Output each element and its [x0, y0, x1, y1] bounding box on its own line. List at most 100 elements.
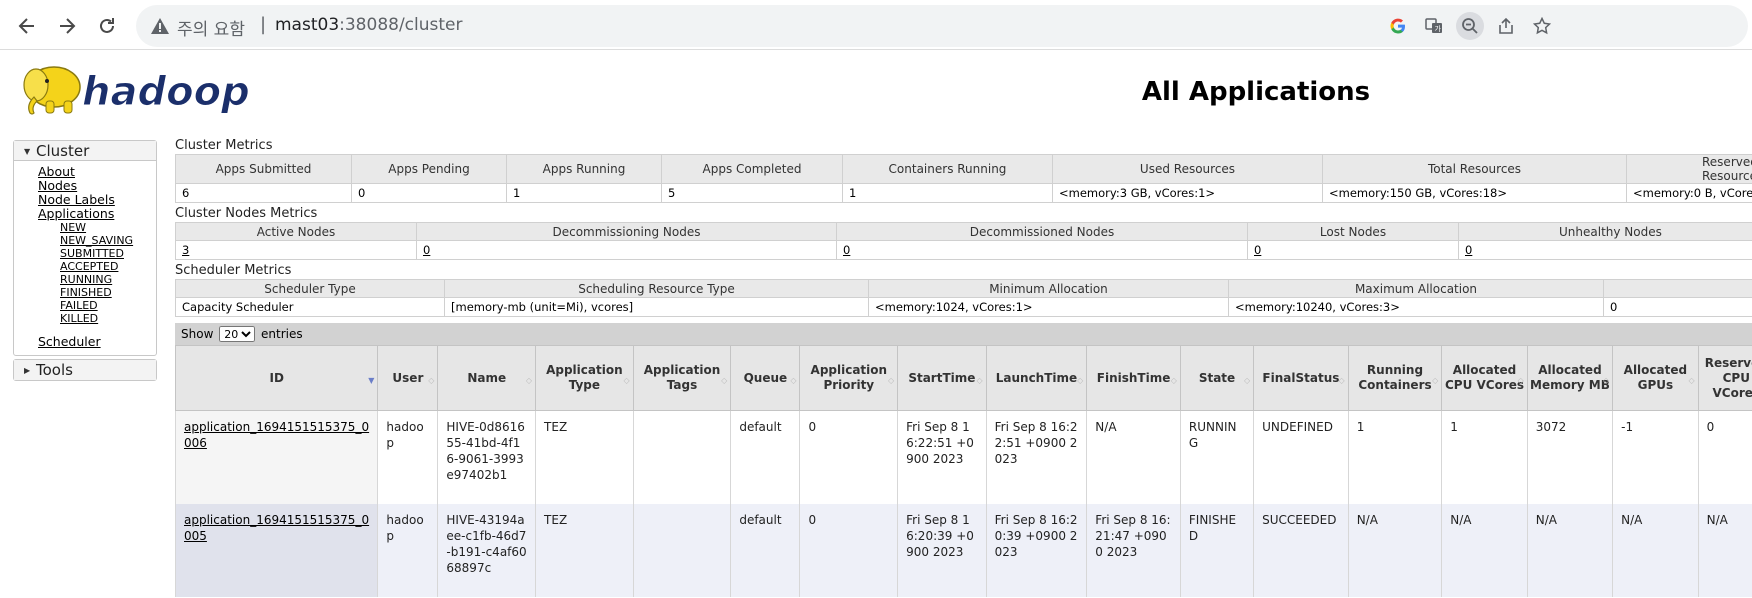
column-header-allocated-memory-mb[interactable]: Allocated Memory MB ◇ [1526, 345, 1614, 411]
application-id-link[interactable]: application_1694151515375_0006 [184, 420, 369, 450]
security-label[interactable]: 주의 요함 [177, 15, 245, 40]
reload-icon[interactable] [89, 8, 125, 44]
back-icon[interactable] [9, 8, 45, 44]
decommissioned-nodes-link[interactable]: 0 [843, 243, 850, 257]
sidebar-state-accepted[interactable]: ACCEPTED [60, 260, 156, 273]
metric-header: Minimum Allocation [868, 279, 1229, 298]
node-metrics-table: Active Nodes Decommissioning Nodes Decom… [175, 222, 1752, 260]
column-header-allocated-gpus[interactable]: Allocated GPUs ◇ [1612, 345, 1699, 411]
metric-header: Scheduler Type [175, 279, 445, 298]
sidebar-link-node-labels[interactable]: Node Labels [38, 193, 156, 207]
column-header-application-tags[interactable]: Application Tags ◇ [632, 345, 732, 411]
scheduler-metrics-table: Scheduler Type Scheduling Resource Type … [175, 279, 1752, 317]
tools-panel-header[interactable]: ▶ Tools [14, 360, 156, 380]
metric-value: 0 [1603, 297, 1752, 317]
sidebar-state-killed[interactable]: KILLED [60, 312, 156, 325]
table-cell: 0 [1697, 410, 1752, 504]
column-header-final-status[interactable]: FinalStatus ◇ [1253, 345, 1349, 411]
column-header-finish-time[interactable]: FinishTime ◇ [1086, 345, 1181, 411]
column-header-queue[interactable]: Queue ◇ [730, 345, 801, 411]
table-cell: hadoop [377, 503, 439, 597]
table-cell: default [730, 410, 801, 504]
sidebar-state-finished[interactable]: FINISHED [60, 286, 156, 299]
table-cell: N/A [1441, 503, 1528, 597]
decommissioning-nodes-link[interactable]: 0 [423, 243, 430, 257]
sidebar-state-running[interactable]: RUNNING [60, 273, 156, 286]
metric-header: Apps Submitted [175, 154, 352, 184]
metric-header: Reserved Resources [1626, 154, 1752, 184]
bookmark-star-icon[interactable] [1528, 12, 1556, 40]
sidebar-link-applications[interactable]: Applications [38, 207, 156, 221]
column-header-state[interactable]: State ◇ [1179, 345, 1255, 411]
column-header-allocated-cpu-vcores[interactable]: Allocated CPU VCores ◇ [1441, 345, 1528, 411]
google-icon[interactable] [1384, 12, 1412, 40]
sidebar-state-new[interactable]: NEW [60, 221, 156, 234]
column-header-reserved-cpu-vcores[interactable]: Reserved CPU VCores [1697, 345, 1752, 411]
sort-icon: ◇ [1688, 376, 1695, 385]
sidebar-link-scheduler[interactable]: Scheduler [38, 335, 156, 349]
sort-desc-icon: ▼ [368, 376, 375, 385]
page-size-select[interactable]: 20 [219, 326, 256, 342]
cluster-panel: ▼ Cluster About Nodes Node Labels Applica… [13, 140, 157, 356]
translate-icon[interactable]: 가 [1420, 12, 1448, 40]
sort-icon: ◇ [976, 376, 983, 385]
column-header-running-containers[interactable]: Running Containers ◇ [1347, 345, 1443, 411]
zoom-out-icon[interactable] [1456, 12, 1484, 40]
sidebar-state-failed[interactable]: FAILED [60, 299, 156, 312]
sort-icon: ◇ [887, 376, 895, 385]
column-header-launch-time[interactable]: LaunchTime ◇ [985, 345, 1088, 411]
table-cell: Fri Sep 8 16:20:39 +0900 2023 [897, 503, 987, 597]
column-header-application-priority[interactable]: Application Priority ◇ [799, 345, 899, 411]
column-header-user[interactable]: User ◇ [377, 345, 439, 411]
column-header-name[interactable]: Name ◇ [437, 345, 537, 411]
table-cell: Fri Sep 8 16:22:51 +0900 2023 [985, 410, 1088, 504]
sidebar-state-submitted[interactable]: SUBMITTED [60, 247, 156, 260]
sort-icon: ◇ [525, 376, 533, 385]
metric-value: 1 [506, 183, 662, 203]
sort-icon: ◇ [428, 376, 435, 385]
unhealthy-nodes-link[interactable]: 0 [1465, 243, 1472, 257]
cluster-metrics-table: Apps Submitted Apps Pending Apps Running… [175, 154, 1752, 203]
tools-label: Tools [36, 361, 73, 379]
lost-nodes-link[interactable]: 0 [1254, 243, 1261, 257]
sidebar-link-nodes[interactable]: Nodes [38, 179, 156, 193]
metric-header: Apps Running [506, 154, 662, 184]
column-header-id[interactable]: ID ▼ [174, 345, 379, 411]
sidebar-link-about[interactable]: About [38, 165, 156, 179]
metric-value: 5 [661, 183, 843, 203]
column-header-application-type[interactable]: Application Type ◇ [535, 345, 634, 411]
table-row: application_1694151515375_0006 hadoop HI… [174, 410, 1752, 504]
page-title: All Applications [1141, 77, 1371, 107]
table-cell: N/A [1697, 503, 1752, 597]
share-icon[interactable] [1492, 12, 1520, 40]
browser-toolbar: 주의 요함 | mast03:38088/cluster 가 [0, 0, 1752, 50]
metric-header: Decommissioning Nodes [416, 222, 837, 241]
metric-value: <memory:1024, vCores:1> [868, 297, 1229, 317]
table-cell: Fri Sep 8 16:22:51 +0900 2023 [897, 410, 987, 504]
metric-value: <memory:0 B, vCores:0> [1626, 183, 1752, 203]
expanded-triangle-icon: ▼ [24, 147, 31, 156]
column-header-start-time[interactable]: StartTime ◇ [897, 345, 987, 411]
url-text[interactable]: mast03:38088/cluster [275, 15, 463, 35]
application-id-link[interactable]: application_1694151515375_0005 [184, 513, 369, 543]
warning-icon[interactable] [150, 16, 170, 36]
sort-icon: ◇ [1338, 376, 1345, 385]
forward-icon[interactable] [49, 8, 85, 44]
scheduler-metrics-title: Scheduler Metrics [175, 263, 292, 278]
cluster-panel-header[interactable]: ▼ Cluster [14, 141, 156, 161]
metric-header: Active Nodes [175, 222, 417, 241]
address-bar[interactable]: 주의 요함 | mast03:38088/cluster 가 [136, 5, 1748, 47]
sort-icon: ◇ [1077, 376, 1084, 385]
active-nodes-link[interactable]: 3 [182, 243, 189, 257]
sort-icon: ◇ [623, 376, 630, 385]
sidebar-state-new-saving[interactable]: NEW_SAVING [60, 234, 156, 247]
table-cell [632, 410, 732, 504]
metric-value: <memory:3 GB, vCores:1> [1052, 183, 1323, 203]
sidebar: ▼ Cluster About Nodes Node Labels Applica… [13, 140, 157, 384]
table-cell: HIVE-0d861655-41bd-4f16-9061-3993e97402b… [437, 410, 537, 504]
table-cell [632, 503, 732, 597]
metric-header [1603, 279, 1752, 298]
table-cell: 0 [799, 503, 899, 597]
table-cell: TEZ [535, 503, 634, 597]
metric-header: Unhealthy Nodes [1458, 222, 1752, 241]
